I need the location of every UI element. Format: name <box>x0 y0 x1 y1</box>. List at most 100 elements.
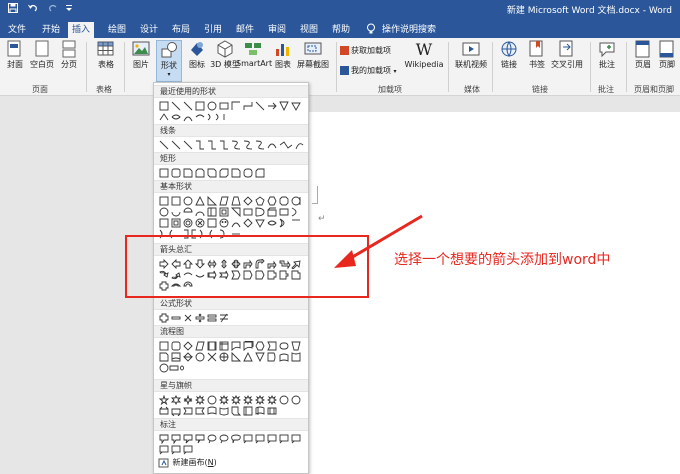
smartart-icon <box>245 43 261 55</box>
cover-page-button[interactable]: 封面 <box>4 40 26 70</box>
icons-icon <box>191 42 203 56</box>
icons-button[interactable]: 图标 <box>186 40 208 70</box>
redo-icon[interactable] <box>46 3 60 17</box>
shapes-button[interactable]: 形状 ▾ <box>156 40 182 82</box>
wikipedia-button[interactable]: W Wikipedia <box>404 40 444 69</box>
shape-row[interactable] <box>159 207 307 217</box>
separator <box>492 42 493 92</box>
tab-view[interactable]: 视图 <box>296 22 322 38</box>
picture-button[interactable]: 图片 <box>130 40 152 70</box>
separator <box>448 42 449 92</box>
save-icon[interactable] <box>6 3 20 17</box>
addin-icon <box>340 66 349 75</box>
table-button[interactable]: 表格 <box>94 40 118 70</box>
section-recent-shapes: 最近使用的形状 <box>154 85 308 98</box>
section-stars-banners: 星与旗帜 <box>154 379 308 392</box>
section-lines: 线条 <box>154 124 308 137</box>
shape-row[interactable] <box>159 363 307 373</box>
tab-layout[interactable]: 布局 <box>168 22 194 38</box>
annotation-text: 选择一个想要的箭头添加到word中 <box>394 252 611 268</box>
tab-home[interactable]: 开始 <box>38 22 64 38</box>
section-flowchart: 流程图 <box>154 325 308 338</box>
section-callouts: 标注 <box>154 418 308 431</box>
tab-help[interactable]: 帮助 <box>328 22 354 38</box>
comment-icon <box>599 42 615 58</box>
comment-button[interactable]: 批注 <box>596 40 618 70</box>
section-rectangles: 矩形 <box>154 152 308 165</box>
shapes-icon <box>161 42 177 58</box>
globe-link-icon <box>501 41 517 58</box>
shape-row[interactable] <box>159 445 307 455</box>
bookmark-icon <box>529 40 543 57</box>
tab-review[interactable]: 审阅 <box>264 22 290 38</box>
separator <box>336 42 337 92</box>
new-canvas-icon <box>158 458 169 468</box>
new-canvas-item[interactable]: 新建画布(N) <box>158 457 217 468</box>
shape-row[interactable] <box>159 341 307 351</box>
blank-page-button[interactable]: 空白页 <box>30 40 54 70</box>
my-addins-button[interactable]: 我的加载项 ▾ <box>340 65 397 76</box>
shape-row[interactable] <box>159 352 307 362</box>
tab-insert[interactable]: 插入 <box>68 22 95 38</box>
screenshot-button[interactable]: 屏幕截图 <box>294 40 332 70</box>
picture-icon <box>132 41 150 56</box>
separator <box>124 42 125 92</box>
group-label-pages: 页面 <box>32 85 48 94</box>
shape-row[interactable] <box>159 218 307 228</box>
chart-button[interactable]: 图表 <box>272 40 294 70</box>
footer-icon <box>659 40 674 58</box>
shape-row[interactable] <box>159 313 307 323</box>
blank-page-icon <box>35 40 49 57</box>
group-label-comments: 批注 <box>598 85 614 94</box>
shape-row[interactable] <box>159 395 307 405</box>
chart-icon <box>276 44 289 56</box>
get-addins-button[interactable]: 获取加载项 <box>340 45 391 56</box>
cover-page-icon <box>7 40 21 57</box>
group-label-addins: 加载项 <box>378 85 402 94</box>
section-basic-shapes: 基本形状 <box>154 180 308 193</box>
group-label-tables: 表格 <box>96 85 112 94</box>
shape-row[interactable] <box>159 140 307 150</box>
customize-icon[interactable] <box>62 3 76 17</box>
tab-file[interactable]: 文件 <box>4 22 30 38</box>
paragraph-mark: ↵ <box>318 214 326 224</box>
tell-me-search[interactable]: 操作说明搜索 <box>378 22 440 38</box>
group-label-media: 媒体 <box>464 85 480 94</box>
shape-row[interactable] <box>159 196 307 206</box>
wikipedia-icon: W <box>415 40 433 59</box>
tab-references[interactable]: 引用 <box>200 22 226 38</box>
document-title: 新建 Microsoft Word 文档.docx - Word <box>506 6 672 16</box>
ribbon: 封面 空白页 分页 页面 表格 表格 图片 形状 ▾ 图标 3D 模型 Smar… <box>0 38 680 96</box>
link-button[interactable]: 链接 <box>498 40 520 70</box>
title-bar: 新建 Microsoft Word 文档.docx - Word <box>0 0 680 20</box>
separator <box>86 42 87 92</box>
video-icon <box>462 42 480 56</box>
shape-row[interactable] <box>159 168 307 178</box>
undo-icon[interactable] <box>26 3 40 17</box>
bookmark-button[interactable]: 书签 <box>526 40 548 70</box>
lightbulb-icon <box>366 23 376 35</box>
page-break-button[interactable]: 分页 <box>58 40 80 70</box>
group-label-links: 链接 <box>532 85 548 94</box>
shape-row[interactable] <box>159 434 307 444</box>
shape-row[interactable] <box>159 112 307 122</box>
shape-row[interactable] <box>159 406 307 416</box>
cross-reference-button[interactable]: 交叉引用 <box>550 40 584 70</box>
footer-button[interactable]: 页脚 <box>656 40 678 70</box>
store-icon <box>340 46 349 55</box>
separator <box>626 42 627 92</box>
tab-mailings[interactable]: 邮件 <box>232 22 258 38</box>
ribbon-tabs: 文件 开始 插入 绘图 设计 布局 引用 邮件 审阅 视图 帮助 操作说明搜索 <box>0 20 680 38</box>
cross-reference-icon <box>559 40 573 57</box>
tab-draw[interactable]: 绘图 <box>104 22 130 38</box>
header-icon <box>635 40 650 58</box>
screenshot-icon <box>304 42 322 55</box>
separator <box>590 42 591 92</box>
tab-design[interactable]: 设计 <box>136 22 162 38</box>
online-video-button[interactable]: 联机视频 <box>454 40 488 70</box>
cube-icon <box>217 40 233 58</box>
shape-row[interactable] <box>159 101 307 111</box>
header-button[interactable]: 页眉 <box>632 40 654 70</box>
group-label-header-footer: 页眉和页脚 <box>634 85 674 94</box>
smartart-button[interactable]: SmartArt <box>236 40 272 68</box>
